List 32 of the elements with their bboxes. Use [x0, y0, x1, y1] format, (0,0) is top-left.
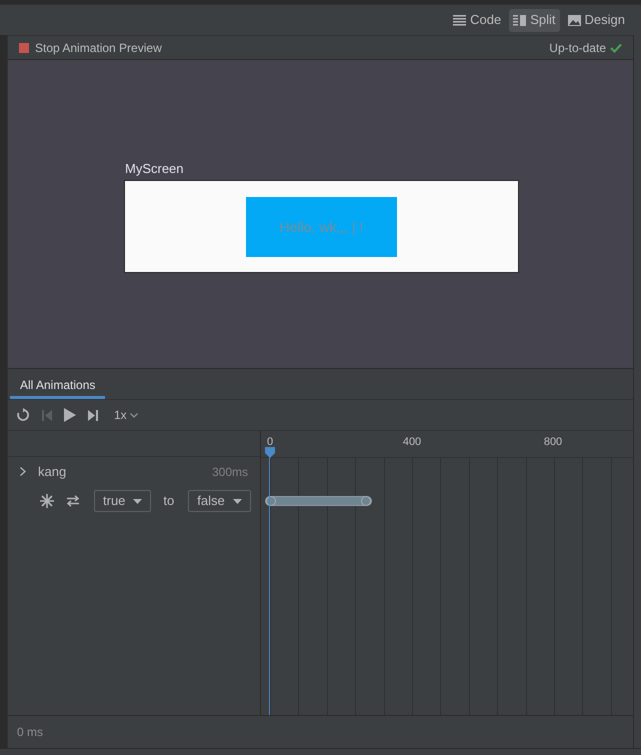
view-mode-tab[interactable]: Design [564, 8, 629, 32]
animations-tab[interactable]: All Animations [10, 373, 106, 399]
playhead-handle-icon[interactable] [265, 447, 275, 458]
state-dropdown[interactable]: false [188, 490, 251, 512]
timeline-tick: 0 [266, 435, 274, 450]
check-icon [610, 42, 622, 52]
view-mode-tab[interactable]: Split [509, 8, 560, 32]
split-view-icon [513, 14, 526, 26]
to-label: to [163, 492, 174, 510]
current-time: 0 ms [17, 724, 44, 741]
dropdown-arrow-icon [133, 498, 142, 504]
speed-dropdown[interactable]: 1x [114, 406, 138, 424]
timeline-tick: 800 [544, 435, 562, 450]
skip-forward-icon[interactable] [88, 410, 98, 420]
timeline-tick: 400 [402, 435, 422, 450]
restart-icon[interactable] [16, 408, 30, 422]
lines-icon [453, 14, 466, 26]
image-icon [568, 14, 581, 26]
view-mode-tab[interactable]: Code [449, 8, 506, 32]
hello-text-box: Hello, wk,,, | ! [246, 197, 397, 257]
screen-title: MyScreen [125, 160, 184, 178]
swap-arrows-icon[interactable] [66, 495, 80, 507]
chevron-down-icon [130, 412, 138, 418]
play-icon[interactable] [64, 408, 76, 422]
stop-animation-button[interactable]: Stop Animation Preview [19, 38, 162, 56]
stop-icon [19, 42, 29, 52]
state-dropdown[interactable]: true [94, 490, 152, 512]
dropdown-arrow-icon [232, 498, 242, 504]
snowflake-icon[interactable] [40, 494, 54, 508]
status-text: Up-to-date [549, 40, 606, 56]
animation-duration: 300ms [212, 464, 248, 480]
animation-name: kang [38, 462, 66, 481]
